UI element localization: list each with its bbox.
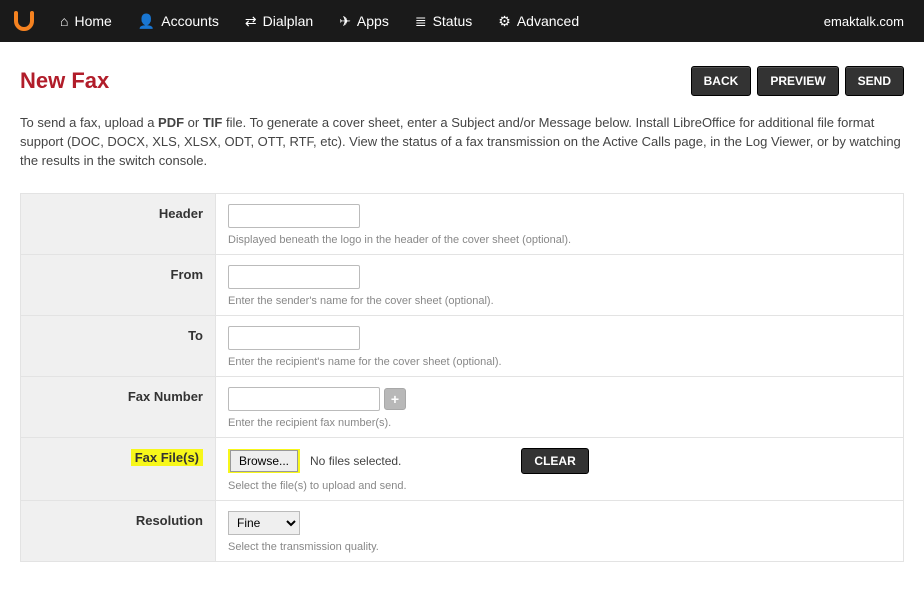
action-buttons: BACK PREVIEW SEND [691,66,904,96]
nav-dialplan[interactable]: ⇄ Dialplan [233,3,325,40]
resolution-select[interactable]: Fine [228,511,300,535]
page-title: New Fax [20,68,109,94]
fax-files-label-highlight: Fax File(s) [131,449,203,466]
label-fax-number: Fax Number [21,376,216,437]
intro-seg: To send a fax, upload a [20,115,158,130]
brand-logo[interactable] [12,9,36,33]
from-input[interactable] [228,265,360,289]
nav-label: Status [433,13,473,29]
intro-text: To send a fax, upload a PDF or TIF file.… [20,114,904,171]
bars-icon: ≣ [415,13,427,30]
row-fax-number: Fax Number + Enter the recipient fax num… [21,376,904,437]
fax-number-input[interactable] [228,387,380,411]
clear-button[interactable]: CLEAR [521,448,588,474]
intro-pdf: PDF [158,115,184,130]
nav-items: ⌂ Home 👤 Accounts ⇄ Dialplan ✈ Apps ≣ St… [48,3,591,40]
row-resolution: Resolution Fine Select the transmission … [21,500,904,561]
brand-text[interactable]: emaktalk.com [824,14,912,29]
intro-seg: or [184,115,203,130]
back-button[interactable]: BACK [691,66,752,96]
swap-icon: ⇄ [245,13,257,30]
from-hint: Enter the sender's name for the cover sh… [228,295,891,307]
plus-icon: + [391,391,399,407]
gear-icon: ⚙ [498,13,511,30]
preview-button[interactable]: PREVIEW [757,66,838,96]
file-status: No files selected. [310,454,401,468]
browse-highlight: Browse... [228,449,300,473]
nav-advanced[interactable]: ⚙ Advanced [486,3,591,40]
nav-home[interactable]: ⌂ Home [48,3,124,39]
top-navbar: ⌂ Home 👤 Accounts ⇄ Dialplan ✈ Apps ≣ St… [0,0,924,42]
send-button[interactable]: SEND [845,66,904,96]
nav-label: Accounts [161,13,219,29]
row-fax-files: Fax File(s) Browse... No files selected.… [21,437,904,500]
page-header: New Fax BACK PREVIEW SEND [20,66,904,96]
nav-label: Home [74,13,111,29]
to-input[interactable] [228,326,360,350]
send-icon: ✈ [339,13,351,30]
nav-apps[interactable]: ✈ Apps [327,3,401,40]
page-body: New Fax BACK PREVIEW SEND To send a fax,… [0,42,924,602]
header-input[interactable] [228,204,360,228]
add-number-button[interactable]: + [384,388,406,410]
fax-form: Header Displayed beneath the logo in the… [20,193,904,562]
nav-label: Dialplan [263,13,314,29]
to-hint: Enter the recipient's name for the cover… [228,356,891,368]
nav-label: Advanced [517,13,579,29]
row-to: To Enter the recipient's name for the co… [21,315,904,376]
row-header: Header Displayed beneath the logo in the… [21,193,904,254]
label-fax-files: Fax File(s) [21,437,216,500]
nav-label: Apps [357,13,389,29]
user-icon: 👤 [138,13,155,30]
label-to: To [21,315,216,376]
header-hint: Displayed beneath the logo in the header… [228,234,891,246]
resolution-hint: Select the transmission quality. [228,541,891,553]
home-icon: ⌂ [60,13,68,29]
nav-status[interactable]: ≣ Status [403,3,484,40]
fax-files-hint: Select the file(s) to upload and send. [228,480,891,492]
nav-accounts[interactable]: 👤 Accounts [126,3,231,40]
row-from: From Enter the sender's name for the cov… [21,254,904,315]
label-from: From [21,254,216,315]
browse-button[interactable]: Browse... [230,450,298,472]
label-resolution: Resolution [21,500,216,561]
label-header: Header [21,193,216,254]
fax-number-hint: Enter the recipient fax number(s). [228,417,891,429]
intro-tif: TIF [203,115,223,130]
